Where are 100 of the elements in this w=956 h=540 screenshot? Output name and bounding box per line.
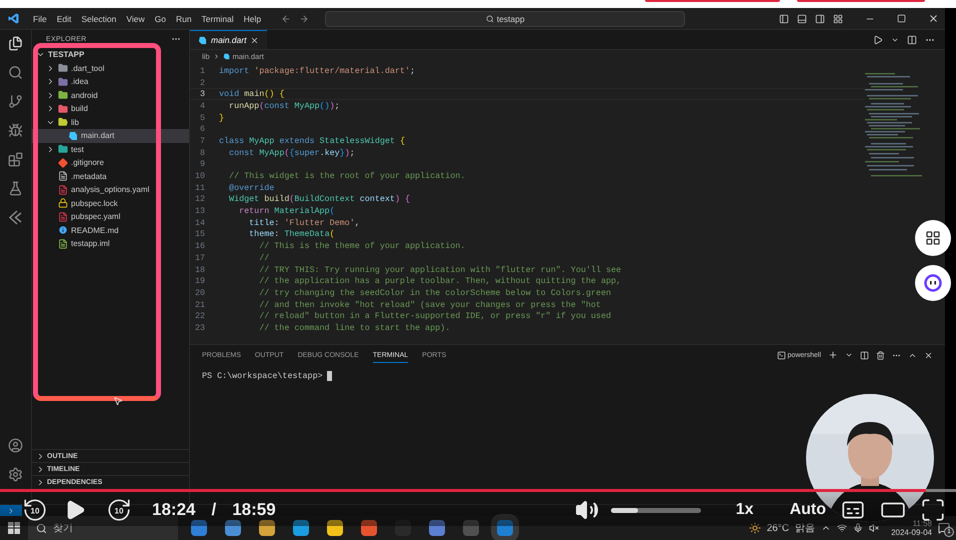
- app-icon[interactable]: [225, 520, 241, 536]
- panel-right-icon[interactable]: [815, 14, 825, 24]
- tree-label: .metadata: [71, 172, 107, 181]
- panel-left-icon[interactable]: [779, 14, 789, 24]
- code-line: @override: [228, 182, 274, 193]
- code-line: return MaterialApp(: [238, 206, 335, 216]
- chevron-right-icon: [212, 53, 220, 60]
- menu-item[interactable]: Run: [172, 12, 196, 26]
- panel-bottom-icon[interactable]: [797, 14, 807, 24]
- tree-label: .idea: [71, 77, 88, 86]
- run-icon[interactable]: [873, 34, 883, 44]
- line-number: 8: [198, 148, 205, 158]
- tree-label: README.md: [71, 226, 119, 235]
- tree-item[interactable]: README.md: [32, 224, 189, 237]
- chevron-logo-icon[interactable]: [8, 210, 23, 225]
- menu-item[interactable]: View: [122, 12, 149, 26]
- tree-item[interactable]: android: [32, 88, 189, 102]
- search-icon: [36, 522, 47, 534]
- code-line: // try changing the seedColor in the colorScheme below to Colors.green: [258, 288, 612, 298]
- tree-label: build: [71, 104, 88, 114]
- tree-item[interactable]: .idea: [32, 75, 189, 88]
- tree-item[interactable]: analysis_options.yaml: [32, 183, 189, 196]
- app-icon[interactable]: [293, 520, 309, 536]
- app-icon[interactable]: [327, 520, 343, 536]
- extensions-icon[interactable]: [8, 152, 23, 167]
- layout-icon[interactable]: [833, 14, 843, 24]
- forward-arrow-icon[interactable]: [299, 14, 310, 24]
- maximize-icon[interactable]: [897, 14, 906, 23]
- split-editor-icon[interactable]: [907, 34, 917, 44]
- tree-item[interactable]: TESTAPP: [32, 48, 189, 62]
- speed-button[interactable]: 1x: [736, 501, 754, 519]
- account-icon[interactable]: [8, 438, 23, 453]
- code-line: void main() {: [219, 89, 284, 100]
- code-line: theme: ThemeData(: [248, 229, 335, 240]
- editor-tab[interactable]: main.dart: [190, 30, 268, 49]
- duration: 18:59: [232, 500, 276, 520]
- settings-icon[interactable]: [8, 467, 23, 482]
- mic-icon[interactable]: [853, 523, 864, 533]
- dart-file-icon: [222, 53, 230, 60]
- code-line: // This is the theme of your application.: [258, 241, 466, 252]
- taskbar-search-field[interactable]: 찾기: [28, 516, 178, 540]
- start-icon[interactable]: [8, 522, 20, 534]
- code-line: import 'package:flutter/material.dart';: [219, 66, 416, 76]
- flask-icon[interactable]: [8, 181, 23, 196]
- pointer-icon: [113, 396, 123, 406]
- volume-button[interactable]: [574, 498, 599, 522]
- menu-item[interactable]: Terminal: [198, 12, 238, 26]
- tree-label: lib: [71, 118, 80, 127]
- time-separator: /: [211, 500, 216, 520]
- tree-label: .gitignore: [71, 158, 104, 168]
- line-number: 6: [198, 124, 205, 134]
- menu-item[interactable]: File: [29, 12, 51, 26]
- tree-item[interactable]: build: [32, 102, 189, 116]
- bug-icon[interactable]: [8, 123, 23, 138]
- close-icon[interactable]: [250, 36, 260, 44]
- menu-item[interactable]: Go: [150, 12, 170, 26]
- files-icon[interactable]: [8, 36, 23, 51]
- tree-item[interactable]: lib: [32, 116, 189, 129]
- tree-item[interactable]: testapp.iml: [32, 237, 189, 250]
- tree-item[interactable]: .gitignore: [32, 156, 189, 170]
- quality-button[interactable]: Auto: [790, 501, 826, 519]
- menu-item[interactable]: Help: [240, 12, 266, 26]
- wifi-icon[interactable]: [837, 523, 848, 533]
- tree-item[interactable]: test: [32, 142, 189, 156]
- tree-item[interactable]: pubspec.lock: [32, 196, 189, 210]
- split-icon[interactable]: [860, 350, 869, 360]
- close-icon[interactable]: [924, 350, 933, 360]
- menu-item[interactable]: Edit: [52, 12, 76, 26]
- weather-icon[interactable]: [748, 522, 761, 534]
- tree-item[interactable]: pubspec.yaml: [32, 210, 189, 224]
- clock[interactable]: 11:58 2024-09-04: [891, 519, 932, 537]
- bot-icon: [924, 274, 942, 292]
- close-icon[interactable]: [928, 13, 939, 24]
- app-icon[interactable]: [191, 520, 207, 536]
- line-number: 22: [194, 311, 205, 322]
- back-arrow-icon[interactable]: [281, 14, 292, 24]
- tree-item[interactable]: .dart_tool: [32, 62, 189, 75]
- caret-icon[interactable]: [845, 351, 853, 359]
- volume-slider[interactable]: [610, 508, 701, 512]
- code-line: // TRY THIS: Try running your application with "flutter run". You'll see: [258, 264, 622, 275]
- dart-file-icon: [198, 36, 207, 44]
- search-icon: [486, 14, 494, 22]
- app-logo-icon: [8, 13, 19, 24]
- line-number: 19: [194, 276, 205, 286]
- tree-item[interactable]: .metadata: [32, 170, 189, 183]
- code-line: class MyApp extends StatelessWidget {: [219, 136, 405, 146]
- tree-label: .dart_tool: [71, 64, 104, 73]
- tree-item[interactable]: main.dart: [32, 129, 189, 142]
- branch-icon[interactable]: [8, 94, 23, 109]
- trash-icon[interactable]: [876, 350, 885, 360]
- menu-item[interactable]: Selection: [77, 12, 120, 26]
- search-icon[interactable]: [8, 65, 23, 80]
- app-icon[interactable]: [429, 520, 445, 536]
- command-search-field[interactable]: testapp: [325, 10, 686, 26]
- line-number: 18: [194, 264, 205, 275]
- app-icon[interactable]: [361, 520, 377, 536]
- app-icon[interactable]: [259, 520, 275, 536]
- add-icon[interactable]: [828, 350, 838, 360]
- line-number: 15: [194, 229, 205, 240]
- mute-icon[interactable]: [869, 523, 880, 533]
